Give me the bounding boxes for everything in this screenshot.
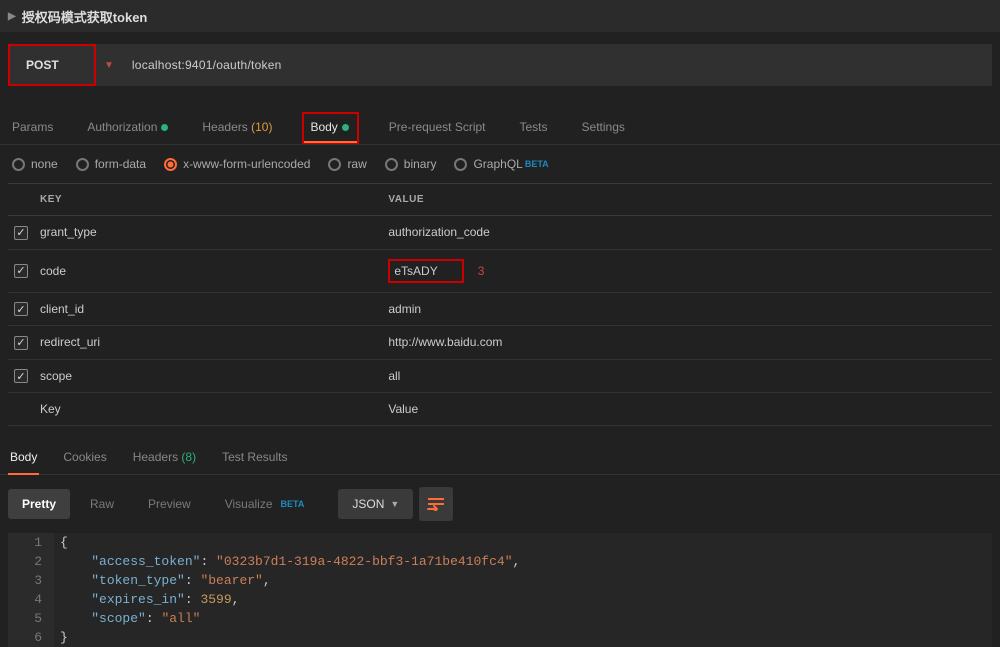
body-type-row: none form-data x-www-form-urlencoded raw… — [0, 145, 1000, 183]
body-type-binary[interactable]: binary — [385, 157, 437, 171]
params-table: KEY VALUE grant_typeauthorization_codeco… — [8, 183, 992, 426]
body-type-urlencoded-label: x-www-form-urlencoded — [183, 157, 310, 171]
body-type-binary-label: binary — [404, 157, 437, 171]
raw-button[interactable]: Raw — [76, 489, 128, 519]
row-checkbox[interactable] — [14, 264, 28, 278]
chevron-down-icon: ▼ — [390, 499, 399, 509]
tab-headers-label: Headers — [202, 120, 247, 134]
param-value[interactable]: http://www.baidu.com — [382, 326, 992, 360]
table-row: grant_typeauthorization_code — [8, 216, 992, 250]
resp-tab-headers-count: (8) — [181, 450, 196, 464]
table-row: redirect_urihttp://www.baidu.com — [8, 326, 992, 360]
param-key[interactable]: scope — [34, 359, 382, 393]
lang-label: JSON — [352, 497, 384, 511]
tab-prerequest[interactable]: Pre-request Script — [385, 112, 490, 144]
tab-params[interactable]: Params — [8, 112, 57, 144]
tab-authorization-label: Authorization — [87, 120, 157, 134]
row-checkbox[interactable] — [14, 226, 28, 240]
row-checkbox[interactable] — [14, 302, 28, 316]
param-value[interactable]: all — [382, 359, 992, 393]
pretty-button[interactable]: Pretty — [8, 489, 70, 519]
chevron-right-icon: ▶ — [8, 11, 16, 22]
body-type-urlencoded[interactable]: x-www-form-urlencoded — [164, 157, 310, 171]
chevron-down-icon[interactable]: ▼ — [96, 60, 122, 71]
resp-tab-headers[interactable]: Headers (8) — [131, 444, 198, 474]
resp-tab-headers-label: Headers — [133, 450, 178, 464]
status-dot-icon — [161, 124, 168, 131]
row-checkbox[interactable] — [14, 336, 28, 350]
wrap-lines-button[interactable] — [419, 487, 453, 521]
tab-headers[interactable]: Headers (10) — [198, 112, 276, 144]
beta-badge: BETA — [281, 499, 305, 509]
row-checkbox[interactable] — [14, 369, 28, 383]
visualize-button[interactable]: Visualize BETA — [211, 489, 319, 519]
request-title: 授权码模式获取token — [22, 7, 148, 26]
col-value: VALUE — [382, 184, 992, 216]
response-tabs: Body Cookies Headers (8) Test Results — [0, 434, 1000, 475]
response-toolbar: Pretty Raw Preview Visualize BETA JSON ▼ — [0, 475, 1000, 533]
table-row: client_idadmin — [8, 292, 992, 326]
body-type-formdata[interactable]: form-data — [76, 157, 146, 171]
col-key: KEY — [34, 184, 382, 216]
url-input[interactable]: localhost:9401/oauth/token — [122, 58, 992, 72]
tab-tests[interactable]: Tests — [516, 112, 552, 144]
table-row: codeeTsADY3 — [8, 249, 992, 292]
param-key[interactable]: client_id — [34, 292, 382, 326]
response-body[interactable]: 1{2 "access_token": "0323b7d1-319a-4822-… — [8, 533, 992, 647]
request-tabs: Params Authorization Headers (10) Body P… — [0, 112, 1000, 145]
body-type-raw[interactable]: raw — [328, 157, 366, 171]
param-value[interactable]: authorization_code — [382, 216, 992, 250]
request-header: ▶ 授权码模式获取token — [0, 0, 1000, 32]
tab-body-label: Body — [310, 120, 337, 134]
resp-tab-cookies[interactable]: Cookies — [61, 444, 108, 474]
body-type-graphql[interactable]: GraphQLBETA — [454, 157, 548, 171]
body-type-graphql-label: GraphQL — [473, 157, 522, 171]
body-type-formdata-label: form-data — [95, 157, 146, 171]
tab-body[interactable]: Body — [302, 112, 358, 144]
tab-headers-count: (10) — [251, 120, 272, 134]
tab-authorization[interactable]: Authorization — [83, 112, 172, 144]
resp-tab-tests[interactable]: Test Results — [220, 444, 289, 474]
http-method-select[interactable]: POST — [10, 46, 94, 84]
visualize-label: Visualize — [225, 497, 273, 511]
param-key[interactable]: redirect_uri — [34, 326, 382, 360]
status-dot-icon — [342, 124, 349, 131]
param-key[interactable]: code — [34, 249, 382, 292]
tab-settings[interactable]: Settings — [578, 112, 629, 144]
body-type-none[interactable]: none — [12, 157, 58, 171]
param-value[interactable]: eTsADY3 — [382, 249, 992, 292]
body-type-none-label: none — [31, 157, 58, 171]
beta-badge: BETA — [525, 159, 549, 169]
resp-tab-body[interactable]: Body — [8, 444, 39, 474]
table-row: scopeall — [8, 359, 992, 393]
annotation-label: 3 — [478, 264, 485, 278]
request-line: POST ▼ localhost:9401/oauth/token — [8, 44, 992, 86]
param-key[interactable]: grant_type — [34, 216, 382, 250]
param-value[interactable]: admin — [382, 292, 992, 326]
body-type-raw-label: raw — [347, 157, 366, 171]
table-row-placeholder[interactable]: KeyValue — [8, 393, 992, 426]
preview-button[interactable]: Preview — [134, 489, 205, 519]
lang-select[interactable]: JSON ▼ — [338, 489, 413, 519]
